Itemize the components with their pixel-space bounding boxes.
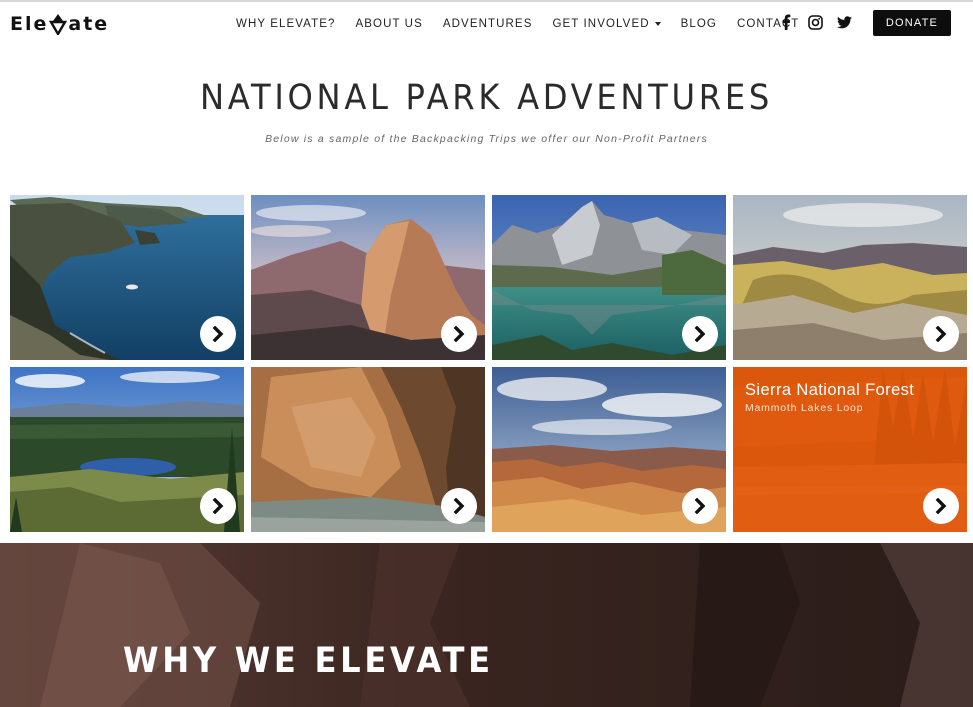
adventure-card-narrows[interactable]	[251, 367, 485, 532]
adventure-card-alpine-lake[interactable]	[492, 195, 726, 360]
twitter-icon[interactable]	[836, 14, 852, 30]
chevron-right-icon	[212, 326, 224, 342]
nav-about-us[interactable]: ABOUT US	[355, 18, 422, 30]
card-arrow-button[interactable]	[682, 488, 718, 524]
card-arrow-button[interactable]	[682, 316, 718, 352]
nav-blog[interactable]: BLOG	[681, 18, 717, 30]
adventure-card-half-dome[interactable]	[251, 195, 485, 360]
chevron-right-icon	[212, 498, 224, 514]
instagram-icon[interactable]	[807, 14, 823, 30]
adventure-card-forest-valley[interactable]	[10, 367, 244, 532]
main-nav: WHY ELEVATE? ABOUT US ADVENTURES GET INV…	[236, 2, 819, 46]
facebook-icon[interactable]	[778, 14, 794, 30]
why-we-elevate-section: WHY WE ELEVATE	[0, 543, 973, 707]
section-title: WHY WE ELEVATE	[123, 641, 494, 681]
canyon-background-image	[0, 543, 973, 707]
adventure-card-grand-canyon[interactable]	[492, 367, 726, 532]
mountain-logo-icon	[49, 13, 68, 35]
adventure-card-badlands[interactable]	[733, 195, 967, 360]
chevron-right-icon	[935, 326, 947, 342]
social-links	[778, 14, 865, 30]
card-arrow-button[interactable]	[200, 316, 236, 352]
donate-button[interactable]: DONATE	[873, 10, 951, 36]
adventure-grid: Sierra National Forest Mammoth Lakes Loo…	[10, 195, 967, 533]
nav-get-involved[interactable]: GET INVOLVED	[552, 18, 661, 30]
card-arrow-button[interactable]	[200, 488, 236, 524]
site-logo[interactable]: Ele ate	[10, 10, 109, 38]
chevron-down-icon	[654, 22, 661, 26]
card-arrow-button[interactable]	[923, 316, 959, 352]
chevron-right-icon	[453, 326, 465, 342]
featured-card-title: Sierra National Forest	[745, 381, 915, 399]
nav-why-elevate[interactable]: WHY ELEVATE?	[236, 18, 335, 30]
chevron-right-icon	[935, 498, 947, 514]
logo-text-right: ate	[68, 13, 110, 35]
adventure-card-coast[interactable]	[10, 195, 244, 360]
nav-adventures[interactable]: ADVENTURES	[443, 18, 533, 30]
site-header: Ele ate WHY ELEVATE? ABOUT US ADVENTURES…	[0, 2, 973, 46]
page-subtitle: Below is a sample of the Backpacking Tri…	[265, 133, 708, 145]
card-arrow-button[interactable]	[441, 488, 477, 524]
card-arrow-button[interactable]	[441, 316, 477, 352]
page-title: NATIONAL PARK ADVENTURES	[200, 78, 773, 118]
chevron-right-icon	[694, 326, 706, 342]
logo-text-left: Ele	[10, 13, 49, 35]
nav-get-involved-label: GET INVOLVED	[552, 18, 650, 30]
chevron-right-icon	[453, 498, 465, 514]
featured-card-subtitle: Mammoth Lakes Loop	[745, 402, 864, 414]
chevron-right-icon	[694, 498, 706, 514]
card-arrow-button[interactable]	[923, 488, 959, 524]
adventure-card-sierra-featured[interactable]: Sierra National Forest Mammoth Lakes Loo…	[733, 367, 967, 532]
